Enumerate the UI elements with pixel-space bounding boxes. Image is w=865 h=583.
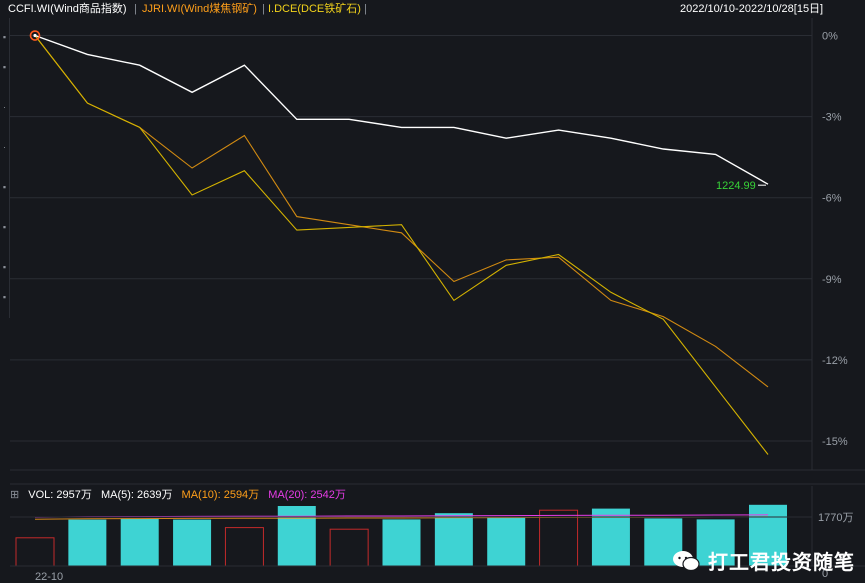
volume-legend: ⊞ VOL: 2957万 MA(5): 2639万 MA(10): 2594万 … — [10, 487, 352, 503]
volume-axis-label: 1770万 — [818, 512, 853, 524]
y-tick-label: 0% — [822, 31, 838, 43]
volume-bar — [329, 528, 369, 567]
volume-bar — [120, 518, 159, 566]
wechat-icon — [673, 550, 700, 571]
start-marker-dot — [33, 33, 37, 38]
y-tick-label: -3% — [822, 112, 842, 124]
vol-value: VOL: 2957万 — [28, 489, 92, 501]
y-tick-label: -6% — [822, 193, 842, 205]
series-line — [34, 35, 769, 388]
ma20-value: MA(20): 2542万 — [268, 489, 346, 501]
series-line — [34, 35, 769, 455]
volume-bar — [434, 513, 473, 566]
y-tick-label: -15% — [822, 436, 848, 448]
markers: 1224.99 — [29, 30, 766, 192]
y-axis: 0% -3% -6% -9% -12% -15% — [822, 31, 848, 448]
series-lines — [34, 34, 769, 455]
ma5-value: MA(5): 2639万 — [100, 489, 173, 501]
volume-bar — [68, 519, 107, 566]
volume-bar — [224, 527, 264, 567]
volume-bar — [173, 519, 212, 566]
gridlines — [10, 18, 865, 471]
x-axis-label: 22-10 — [35, 571, 63, 583]
series-line — [34, 34, 769, 185]
volume-bar — [487, 517, 526, 566]
y-tick-label: -9% — [822, 274, 842, 286]
volume-panel-toggle[interactable]: ⊞ — [10, 489, 19, 501]
last-value-label: 1224.99 — [716, 180, 756, 192]
volume-bar — [15, 537, 55, 567]
y-tick-label: -12% — [822, 355, 848, 367]
ma10-value: MA(10): 2594万 — [181, 489, 260, 501]
watermark: 打工君投资随笔 — [672, 546, 855, 575]
volume-bar — [277, 506, 316, 566]
volume-bar — [382, 519, 421, 566]
volume-bar — [539, 509, 579, 567]
watermark-text: 打工君投资随笔 — [708, 552, 855, 574]
